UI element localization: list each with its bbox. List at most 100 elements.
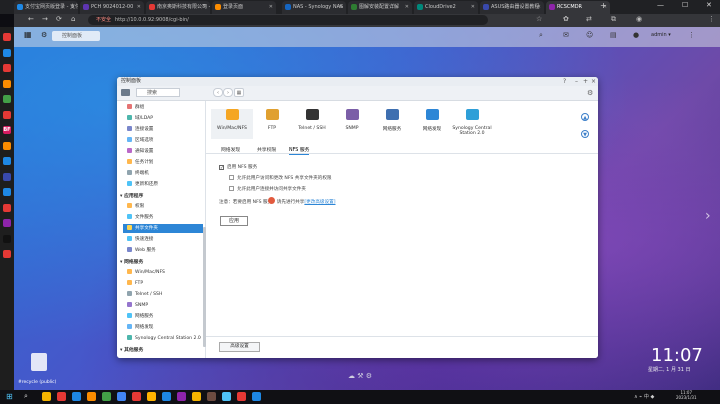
settings-icon[interactable]: ⚙ [587,89,593,97]
apps-scroll-up-button[interactable]: ▲ [581,113,589,121]
browser-tab[interactable]: CloudDrive2 ✕ [414,1,478,14]
reload-icon[interactable]: ⟳ [56,15,62,23]
address-bar[interactable]: 不安全 http://10.0.0.92:9008/cgi-bin/ [88,15,488,25]
profile-icon[interactable]: ◉ [636,15,642,23]
taskbar-search-icon[interactable]: ⌕ [24,392,28,401]
taskbar-app-icon[interactable] [72,392,81,401]
tabs-icon[interactable] [3,33,11,41]
sidebar-item[interactable]: 共享文件夹 [123,224,203,233]
advanced-settings-button[interactable]: 高级设置 [219,342,260,352]
app-tile[interactable]: 网络服务 [371,109,413,132]
taskbar-app-icon[interactable] [42,392,51,401]
chevron-right-icon[interactable]: › [705,208,711,224]
sidebar-item[interactable]: 连接设置 [127,125,201,134]
windows-start-icon[interactable]: ⊞ [6,392,13,401]
desktop-dock[interactable]: ☁ ⚒ ⚙ [348,372,372,380]
browser-tab[interactable]: 登录页面 ✕ [212,1,276,14]
taskbar-app-icon[interactable] [57,392,66,401]
sidebar-item[interactable]: 群组 [127,103,201,112]
sidebar-item[interactable]: SNMP [127,301,201,310]
app-tile[interactable]: Telnet / SSH [291,109,333,131]
taskbar-app-icon[interactable] [117,392,126,401]
app-icon-3[interactable] [3,79,11,88]
tab-close-icon[interactable]: ✕ [537,1,541,14]
chat-icon[interactable]: ☺ [586,31,593,39]
option-nfs-access[interactable]: 允许此用户连接并访问共享文件夹 [229,186,306,192]
browser-tab[interactable]: 支付宝网页版登录 - 支付 ✕ [14,1,78,14]
tab-close-icon[interactable]: ✕ [471,1,475,14]
app-icon-5[interactable] [3,110,11,119]
sidebar-item[interactable]: 网络发现 [127,323,201,332]
tab-close-icon[interactable]: ✕ [405,1,409,14]
tab-close-icon[interactable]: ✕ [339,1,343,14]
grid-view-button[interactable]: ▦ [234,88,244,97]
content-tab[interactable]: 网络发现 [221,146,240,153]
browser-tab[interactable]: 南京奥斯科技有限公司 - 主页✕ [146,1,210,14]
sidebar-item[interactable]: 通知设置 [127,147,201,156]
sidebar-item[interactable]: Win/Mac/NFS [127,268,201,277]
sidebar-item[interactable]: Telnet / SSH [127,290,201,299]
help-button[interactable]: ? [563,77,566,86]
home-icon[interactable]: ⌂ [71,15,75,23]
content-tab[interactable]: 共享权限 [257,146,276,153]
taskbar-app-icon[interactable] [207,392,216,401]
browser-tab[interactable]: ASUS路由器设置教程 ✕ [480,1,544,14]
back-icon[interactable]: ← [28,15,34,23]
tab-close-icon[interactable]: ✕ [203,1,207,14]
browser-tab[interactable]: NAS - Synology NAS ✕ [282,1,346,14]
system-tray[interactable]: ∧ ⌁ 中 ◆ [634,393,654,400]
sidebar-item[interactable]: FTP [127,279,201,288]
app-icon-2[interactable] [3,64,11,72]
taskbar-app-icon[interactable] [147,392,156,401]
sidebar-item[interactable]: 网络服务 [127,312,201,321]
sync-icon[interactable]: ⇄ [586,15,592,23]
window-minimize-button[interactable]: – [575,77,578,86]
minimize-button[interactable]: — [657,1,664,9]
option-enable-nfs[interactable]: ✓ 启用 NFS 服务 [219,164,257,171]
sidebar-item[interactable]: Synology Central Station 2.0 [127,334,201,343]
app-tile[interactable]: 网络发现 [411,109,453,132]
tab-close-icon[interactable]: ✕ [71,1,75,14]
taskbar-app-icon[interactable] [102,392,111,401]
app-icon-8[interactable] [3,172,11,181]
sidebar-item[interactable]: 任务计划 [127,158,201,167]
app-icon-10[interactable] [3,203,11,212]
extension-icon[interactable]: ✿ [563,15,569,23]
control-panel-tab-icon[interactable]: ⚙ [41,31,47,39]
apply-button[interactable]: 应用 [220,216,248,226]
app-tile[interactable]: Win/Mac/NFS [211,109,253,139]
forward-icon[interactable]: → [42,15,48,23]
app-tile[interactable]: Synology Central Station 2.0 [451,109,493,136]
app-icon-12[interactable] [3,250,11,258]
app-icon-4[interactable] [3,95,11,103]
browser-menu-icon[interactable]: ⋮ [708,15,715,23]
taskbar-app-icon[interactable] [237,392,246,401]
window-close-button[interactable]: × [591,77,596,86]
nfs-access-checkbox[interactable] [229,186,234,191]
sidebar-item[interactable]: 更新和还原 [127,180,201,189]
app-icon-11[interactable] [3,219,11,227]
window-maximize-button[interactable]: + [583,77,588,86]
enable-nfs-checkbox[interactable]: ✓ [219,165,224,171]
main-menu-icon[interactable]: ▦ [24,30,32,39]
sidebar-section-header[interactable]: ▾ 其他服务 [120,346,143,353]
user-menu[interactable]: admin ▾ [651,32,671,38]
taskbar-app-icon[interactable] [252,392,261,401]
nfs-permissions-checkbox[interactable] [229,175,234,180]
taskbar-app-icon[interactable] [162,392,171,401]
taskbar-app-icon[interactable] [192,392,201,401]
search-icon[interactable]: ⌕ [539,31,543,40]
apps-scroll-down-button[interactable]: ▼ [581,130,589,138]
sidebar-item[interactable]: 终端机 [127,169,201,178]
option-nfs-permissions[interactable]: 允许此用户访问和更改 NFS 共享文件夹的权限 [229,175,332,181]
sidebar-item[interactable]: Web 服务 [127,246,201,255]
app-tile[interactable]: SNMP [331,109,373,131]
app-icon-9[interactable] [3,188,11,196]
sidebar-item[interactable]: 区域选项 [127,136,201,145]
taskbar-app-icon[interactable] [87,392,96,401]
browser-tab[interactable]: PCH 9024012-00 ✕ [80,1,144,14]
sidebar-section-header[interactable]: ▾ 应用程序 [120,192,143,199]
new-tab-button[interactable]: + [600,1,607,10]
nav-back-button[interactable]: ‹ [213,88,223,97]
app-tile[interactable]: FTP [251,109,293,131]
